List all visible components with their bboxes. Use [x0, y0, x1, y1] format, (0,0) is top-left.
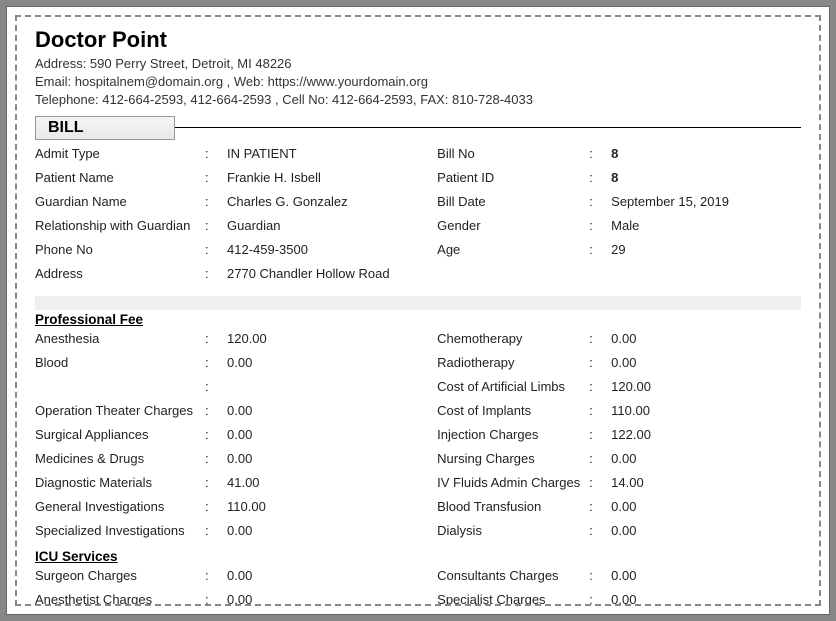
- chemo-value: 0.00: [611, 331, 801, 346]
- relationship-value: Guardian: [227, 218, 437, 233]
- implants-label: Cost of Implants: [437, 403, 589, 418]
- general-inv-value: 110.00: [227, 499, 437, 514]
- bill-date-label: Bill Date: [437, 194, 589, 209]
- transfusion-value: 0.00: [611, 499, 801, 514]
- artificial-limbs-label: Cost of Artificial Limbs: [437, 379, 589, 394]
- dialysis-label: Dialysis: [437, 523, 589, 538]
- iv-label: IV Fluids Admin Charges: [437, 475, 589, 490]
- address-value: 2770 Chandler Hollow Road: [227, 266, 437, 281]
- specialized-inv-label: Specialized Investigations: [35, 523, 205, 538]
- patient-id-label: Patient ID: [437, 170, 589, 185]
- blood-label: Blood: [35, 355, 205, 370]
- general-inv-label: General Investigations: [35, 499, 205, 514]
- gender-label: Gender: [437, 218, 589, 233]
- ot-charges-value: 0.00: [227, 403, 437, 418]
- dialysis-value: 0.00: [611, 523, 801, 538]
- surgeon-label: Surgeon Charges: [35, 568, 205, 583]
- professional-fee-heading: Professional Fee: [35, 312, 801, 327]
- icu-services-heading: ICU Services: [35, 549, 801, 564]
- diagnostic-value: 41.00: [227, 475, 437, 490]
- admit-type-value: IN PATIENT: [227, 146, 437, 161]
- guardian-name-value: Charles G. Gonzalez: [227, 194, 437, 209]
- radio-value: 0.00: [611, 355, 801, 370]
- nursing-label: Nursing Charges: [437, 451, 589, 466]
- bill-rule: [175, 127, 801, 128]
- org-title: Doctor Point: [35, 27, 801, 53]
- age-label: Age: [437, 242, 589, 257]
- patient-name-label: Patient Name: [35, 170, 205, 185]
- specialist-value: 0.00: [611, 592, 801, 606]
- specialist-label: Specialist Charges: [437, 592, 589, 606]
- ot-charges-label: Operation Theater Charges: [35, 403, 205, 418]
- page-wrapper: Doctor Point Address: 590 Perry Street, …: [6, 6, 830, 615]
- appliances-value: 0.00: [227, 427, 437, 442]
- specialized-inv-value: 0.00: [227, 523, 437, 538]
- iv-value: 14.00: [611, 475, 801, 490]
- gender-value: Male: [611, 218, 801, 233]
- medicines-label: Medicines & Drugs: [35, 451, 205, 466]
- relationship-label: Relationship with Guardian: [35, 218, 205, 233]
- consultants-label: Consultants Charges: [437, 568, 589, 583]
- org-contact-1: Email: hospitalnem@domain.org , Web: htt…: [35, 73, 801, 91]
- appliances-label: Surgical Appliances: [35, 427, 205, 442]
- document-frame: Doctor Point Address: 590 Perry Street, …: [15, 15, 821, 606]
- patient-info-grid: Admit Type:IN PATIENT Patient Name:Frank…: [35, 146, 801, 290]
- artificial-limbs-value: 120.00: [611, 379, 801, 394]
- phone-value: 412-459-3500: [227, 242, 437, 257]
- age-value: 29: [611, 242, 801, 257]
- injection-value: 122.00: [611, 427, 801, 442]
- patient-id-value: 8: [611, 170, 801, 185]
- bill-date-value: September 15, 2019: [611, 194, 801, 209]
- bill-divider: BILL: [35, 116, 801, 140]
- bill-no-value: 8: [611, 146, 801, 161]
- blood-value: 0.00: [227, 355, 437, 370]
- radio-label: Radiotherapy: [437, 355, 589, 370]
- chemo-label: Chemotherapy: [437, 331, 589, 346]
- diagnostic-label: Diagnostic Materials: [35, 475, 205, 490]
- org-contact-2: Telephone: 412-664-2593, 412-664-2593 , …: [35, 91, 801, 109]
- org-address: Address: 590 Perry Street, Detroit, MI 4…: [35, 55, 801, 73]
- fees-grid: Anesthesia:120.00 Blood:0.00 : Operation…: [35, 331, 801, 547]
- surgeon-value: 0.00: [227, 568, 437, 583]
- separator-bar: [35, 296, 801, 310]
- nursing-value: 0.00: [611, 451, 801, 466]
- anesthetist-value: 0.00: [227, 592, 437, 606]
- patient-name-value: Frankie H. Isbell: [227, 170, 437, 185]
- anesthetist-label: Anesthetist Charges: [35, 592, 205, 606]
- injection-label: Injection Charges: [437, 427, 589, 442]
- bill-tab: BILL: [35, 116, 175, 140]
- consultants-value: 0.00: [611, 568, 801, 583]
- anesthesia-value: 120.00: [227, 331, 437, 346]
- transfusion-label: Blood Transfusion: [437, 499, 589, 514]
- guardian-name-label: Guardian Name: [35, 194, 205, 209]
- bill-no-label: Bill No: [437, 146, 589, 161]
- implants-value: 110.00: [611, 403, 801, 418]
- address-label: Address: [35, 266, 205, 281]
- medicines-value: 0.00: [227, 451, 437, 466]
- admit-type-label: Admit Type: [35, 146, 205, 161]
- phone-label: Phone No: [35, 242, 205, 257]
- anesthesia-label: Anesthesia: [35, 331, 205, 346]
- icu-grid: Surgeon Charges:0.00 Anesthetist Charges…: [35, 568, 801, 606]
